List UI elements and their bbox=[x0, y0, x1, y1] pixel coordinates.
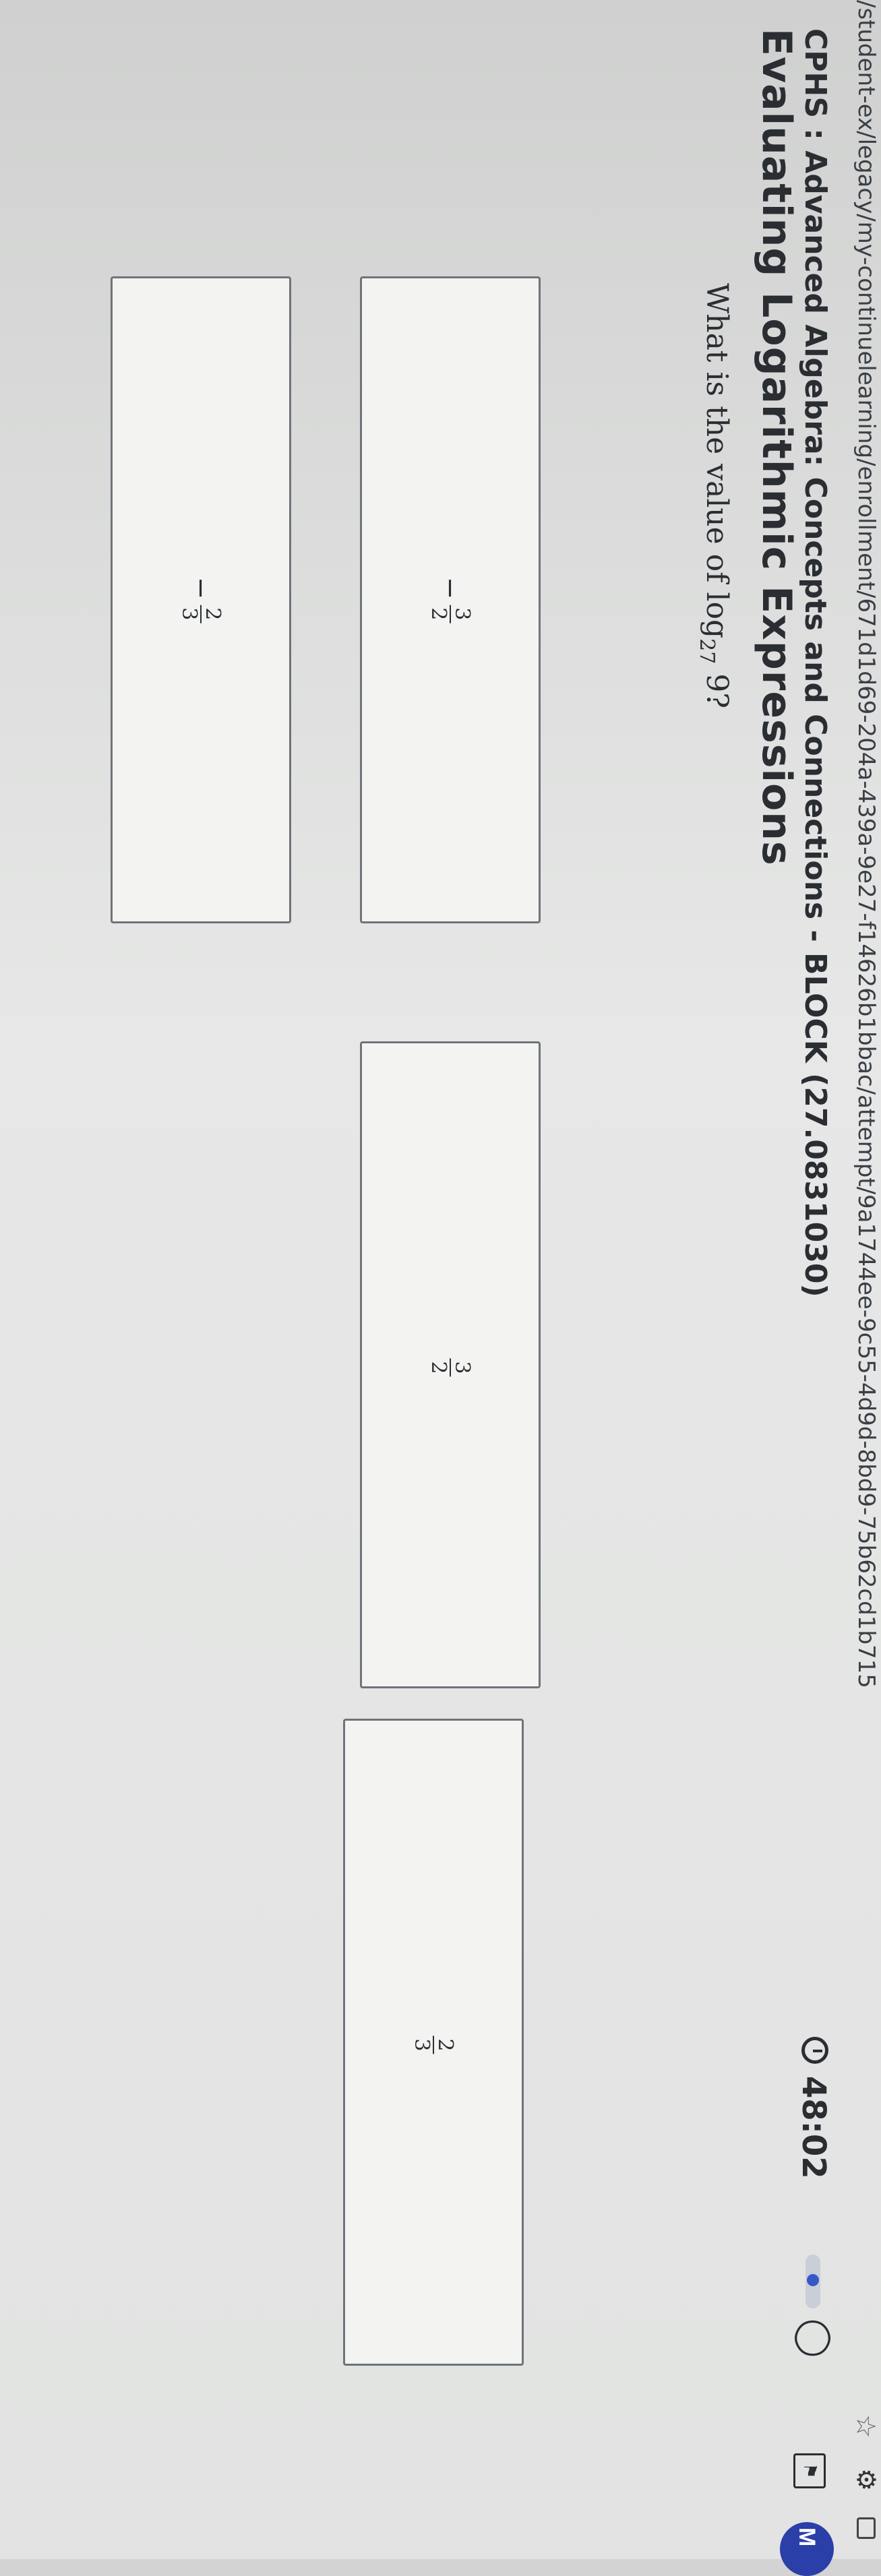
choice-a-label: − 3 2 bbox=[427, 576, 474, 623]
choice-d-numerator: 2 bbox=[433, 2035, 457, 2054]
question-text: What is the value of log27 9? bbox=[695, 283, 734, 708]
window-icon[interactable] bbox=[857, 2517, 876, 2539]
page-title: Evaluating Logarithmic Expressions bbox=[753, 28, 800, 866]
choice-a-numerator: 3 bbox=[450, 605, 474, 623]
log-argument: 9? bbox=[700, 673, 734, 708]
course-title: CPHS : Advanced Algebra: Concepts and Co… bbox=[798, 28, 832, 1297]
answer-choice-b[interactable]: − 2 3 bbox=[111, 276, 291, 923]
choice-a-denominator: 2 bbox=[427, 607, 450, 621]
choice-c-fraction: 3 2 bbox=[427, 1358, 474, 1377]
choice-a-sign: − bbox=[435, 576, 466, 600]
bookmark-star-icon[interactable]: ☆ bbox=[850, 2414, 881, 2439]
answer-choice-a[interactable]: − 3 2 bbox=[360, 276, 541, 923]
choice-b-label: − 2 3 bbox=[177, 576, 224, 623]
choice-d-denominator: 3 bbox=[410, 2038, 433, 2052]
choice-c-denominator: 2 bbox=[427, 1361, 450, 1374]
log-base: 27 bbox=[695, 638, 719, 665]
choice-b-fraction: 2 3 bbox=[177, 605, 224, 623]
question-prefix: What is the value of log bbox=[700, 283, 734, 639]
choice-a-fraction: 3 2 bbox=[427, 605, 474, 623]
hint-icon[interactable]: ◯ bbox=[795, 2319, 834, 2358]
answer-choice-d[interactable]: 2 3 bbox=[343, 1719, 524, 2366]
choice-d-fraction: 2 3 bbox=[410, 2035, 457, 2054]
avatar[interactable]: M bbox=[780, 2522, 834, 2576]
page: /student-ex/legacy/my-continuelearning/e… bbox=[0, 0, 881, 2576]
timer-icon bbox=[801, 2037, 828, 2064]
timer: 48:02 bbox=[795, 2076, 832, 2179]
choice-c-numerator: 3 bbox=[450, 1358, 474, 1377]
choice-b-numerator: 2 bbox=[200, 605, 224, 623]
choice-d-label: 2 3 bbox=[410, 2030, 457, 2054]
address-bar-url[interactable]: /student-ex/legacy/my-continuelearning/e… bbox=[853, 0, 880, 1688]
choice-c-label: 3 2 bbox=[427, 1353, 474, 1377]
choice-b-sign: − bbox=[185, 576, 216, 600]
extension-icon[interactable]: ⚙ bbox=[851, 2468, 881, 2491]
flag-icon[interactable]: ⚑ bbox=[793, 2453, 826, 2488]
answer-choice-c[interactable]: 3 2 bbox=[360, 1041, 541, 1688]
progress-indicator bbox=[806, 2255, 820, 2308]
choice-b-denominator: 3 bbox=[177, 607, 201, 621]
